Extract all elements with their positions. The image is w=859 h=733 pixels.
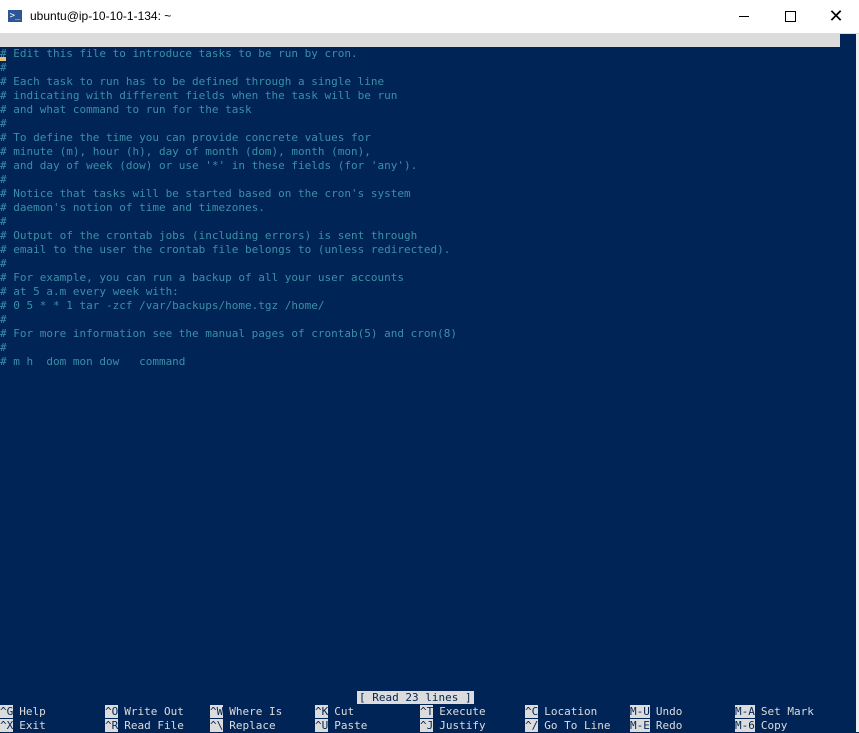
shortcut-help[interactable]: ^G Help: [0, 705, 46, 719]
window-title: ubuntu@ip-10-10-1-134: ~: [30, 9, 172, 23]
editor-line: # For example, you can run a backup of a…: [0, 271, 404, 284]
shortcut-location[interactable]: ^C Location: [525, 705, 597, 719]
status-message: [ Read 23 lines ]: [357, 691, 474, 704]
editor-line: # To define the time you can provide con…: [0, 131, 371, 144]
shortcut-copy[interactable]: M-6 Copy: [735, 719, 787, 733]
close-icon: ✕: [828, 6, 844, 26]
shortcut-cut[interactable]: ^K Cut: [315, 705, 354, 719]
editor-line: #: [0, 117, 7, 130]
shortcut-where-is[interactable]: ^W Where Is: [210, 705, 282, 719]
minimize-icon: [739, 16, 749, 17]
shortcut-undo[interactable]: M-U Undo: [630, 705, 682, 719]
shortcut-go-to-line[interactable]: ^/Go To Line: [525, 719, 610, 733]
maximize-button[interactable]: [767, 0, 813, 33]
shortcut-redo[interactable]: M-E Redo: [630, 719, 682, 733]
editor-area[interactable]: # Edit this file to introduce tasks to b…: [0, 47, 840, 369]
editor-line: # Notice that tasks will be started base…: [0, 187, 411, 200]
text-cursor: [0, 57, 6, 61]
editor-line: #: [0, 173, 7, 186]
editor-line: # m h dom mon dow command: [0, 355, 186, 368]
shortcut-replace[interactable]: ^\ Replace: [210, 719, 276, 733]
editor-line: # Edit this file to introduce tasks to b…: [0, 47, 358, 60]
close-button[interactable]: ✕: [813, 0, 859, 33]
editor-line: # Each task to run has to be defined thr…: [0, 75, 385, 88]
nano-header-bar: GNU nano 7.2 /tmp/crontab.5g8JvH/crontab: [0, 34, 840, 73]
shortcut-bar: ^G Help ^O Write Out ^W Where Is ^K Cut ^T Ex…: [0, 705, 840, 732]
editor-line: # minute (m), hour (h), day of month (do…: [0, 145, 371, 158]
editor-line: # indicating with different fields when …: [0, 89, 398, 102]
shortcut-read-file[interactable]: ^R Read File: [105, 719, 184, 733]
editor-line: # email to the user the crontab file bel…: [0, 243, 451, 256]
editor-line: #: [0, 313, 7, 326]
shortcut-execute[interactable]: ^T Execute: [420, 705, 486, 719]
vertical-scrollbar[interactable]: [840, 34, 859, 732]
editor-line: # daemon's notion of time and timezones.: [0, 201, 265, 214]
editor-line: # and what command to run for the task: [0, 103, 252, 116]
editor-line: # 0 5 * * 1 tar -zcf /var/backups/home.t…: [0, 299, 325, 312]
minimize-button[interactable]: [721, 0, 767, 33]
editor-line: # at 5 a.m every week with:: [0, 285, 179, 298]
maximize-icon: [785, 11, 796, 22]
editor-line: #: [0, 341, 7, 354]
shortcut-set-mark[interactable]: M-A Set Mark: [735, 705, 814, 719]
editor-line: #: [0, 257, 7, 270]
shortcut-paste[interactable]: ^U Paste: [315, 719, 367, 733]
shortcut-exit[interactable]: ^X Exit: [0, 719, 46, 733]
editor-line: # For more information see the manual pa…: [0, 327, 457, 340]
editor-line: # and day of week (dow) or use '*' in th…: [0, 159, 418, 172]
editor-line: #: [0, 61, 7, 74]
powershell-icon: >_: [8, 10, 22, 22]
editor-line: # Output of the crontab jobs (including …: [0, 229, 418, 242]
shortcut-write-out[interactable]: ^O Write Out: [105, 705, 184, 719]
window-titlebar: >_ ubuntu@ip-10-10-1-134: ~ ✕: [0, 0, 859, 34]
shortcut-justify[interactable]: ^J Justify: [420, 719, 486, 733]
editor-line: #: [0, 215, 7, 228]
